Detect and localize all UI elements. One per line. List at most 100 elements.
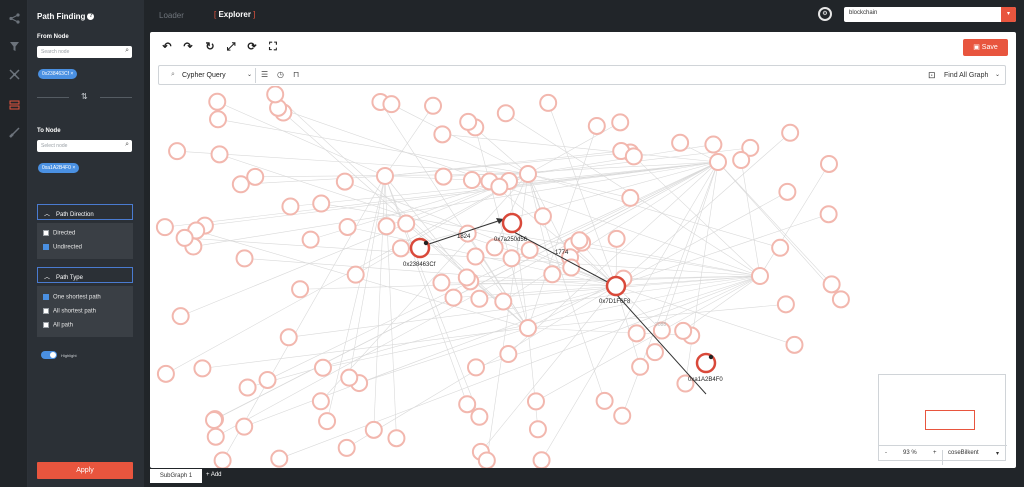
faded-node[interactable] xyxy=(539,93,558,112)
faded-node[interactable] xyxy=(533,207,552,226)
undo-icon[interactable]: ↶ xyxy=(160,40,174,54)
faded-node[interactable] xyxy=(291,280,310,299)
faded-node[interactable] xyxy=(266,86,285,104)
faded-node[interactable] xyxy=(387,429,406,448)
faded-node[interactable] xyxy=(377,217,396,236)
faded-node[interactable] xyxy=(346,265,365,284)
faded-node[interactable] xyxy=(520,240,539,259)
faded-node[interactable] xyxy=(432,273,451,292)
faded-node[interactable] xyxy=(674,321,693,340)
faded-node[interactable] xyxy=(462,171,481,190)
find-graph-icon[interactable]: ⊡ xyxy=(928,70,936,81)
swap-icon[interactable]: ⇅ xyxy=(81,92,88,101)
faded-node[interactable] xyxy=(776,295,795,314)
faded-node[interactable] xyxy=(831,290,850,309)
faded-node[interactable] xyxy=(494,292,513,311)
faded-node[interactable] xyxy=(444,288,463,307)
list-icon[interactable]: ☰ xyxy=(261,70,268,79)
help-icon[interactable]: ? xyxy=(87,13,95,21)
faded-node[interactable] xyxy=(391,239,410,258)
faded-node[interactable] xyxy=(704,135,723,154)
database-select[interactable]: blockchain ▾ xyxy=(844,7,1016,22)
faded-node[interactable] xyxy=(526,392,545,411)
add-subgraph-button[interactable]: + Add xyxy=(206,472,222,478)
faded-node[interactable] xyxy=(340,368,359,387)
option-undirected[interactable]: Undirected xyxy=(43,244,82,251)
to-node-search[interactable]: Select node ⌕ xyxy=(37,140,132,152)
faded-node[interactable] xyxy=(627,324,646,343)
faded-node[interactable] xyxy=(671,133,690,152)
settings-gear-icon[interactable]: ⚙ xyxy=(818,7,832,21)
bookmark-icon[interactable]: ⊓ xyxy=(293,70,299,79)
layout-select[interactable]: coseBilkent xyxy=(948,450,979,456)
faded-node[interactable] xyxy=(613,406,632,425)
from-node-search[interactable]: Search node ⌕ xyxy=(37,46,132,58)
brush-icon[interactable] xyxy=(6,124,22,140)
cluster-icon[interactable] xyxy=(6,66,22,82)
faded-node[interactable] xyxy=(364,420,383,439)
redo-icon[interactable]: ↷ xyxy=(181,40,195,54)
faded-node[interactable] xyxy=(709,153,727,171)
faded-node[interactable] xyxy=(778,182,797,201)
faded-node[interactable] xyxy=(434,167,453,186)
faded-node[interactable] xyxy=(281,197,300,216)
expand-icon[interactable]: ⤢ xyxy=(224,40,238,54)
to-node-chip[interactable]: 0xa1A2B4F0 × xyxy=(38,163,80,173)
faded-node[interactable] xyxy=(621,188,640,207)
faded-node[interactable] xyxy=(470,407,489,426)
faded-node[interactable] xyxy=(258,370,277,389)
faded-node[interactable] xyxy=(235,249,254,268)
faded-node[interactable] xyxy=(781,123,800,142)
faded-node[interactable] xyxy=(424,96,443,115)
zoom-in-button[interactable]: + xyxy=(933,450,937,456)
find-all-graph[interactable]: Find All Graph xyxy=(944,72,988,79)
faded-node[interactable] xyxy=(499,345,518,364)
path-type-header[interactable]: ︿ Path Type xyxy=(37,267,133,283)
tab-explorer[interactable]: [ Explorer ] xyxy=(214,10,255,19)
path-direction-header[interactable]: ︿ Path Direction xyxy=(37,204,133,220)
history-icon[interactable]: ◷ xyxy=(277,70,284,79)
highlight-toggle[interactable] xyxy=(41,351,57,359)
faded-node[interactable] xyxy=(470,289,489,308)
faded-node[interactable] xyxy=(543,265,562,284)
faded-node[interactable] xyxy=(210,145,229,164)
faded-node[interactable] xyxy=(607,229,626,248)
faded-node[interactable] xyxy=(433,125,452,144)
faded-node[interactable] xyxy=(595,391,614,410)
faded-node[interactable] xyxy=(168,142,187,161)
minimap-viewport[interactable] xyxy=(925,410,975,430)
faded-node[interactable] xyxy=(206,427,225,446)
option-all-shortest[interactable]: All shortest path xyxy=(43,308,96,315)
chevron-down-icon[interactable]: ⌄ xyxy=(995,71,1000,78)
from-node-chip[interactable]: 0x238463Cf × xyxy=(38,69,78,79)
faded-node[interactable] xyxy=(335,172,354,191)
faded-node[interactable] xyxy=(301,230,320,249)
tab-loader[interactable]: Loader xyxy=(159,11,184,20)
faded-node[interactable] xyxy=(532,451,551,468)
faded-node[interactable] xyxy=(156,364,175,383)
remove-chip-icon[interactable]: × xyxy=(70,71,73,77)
save-button[interactable]: ▣ Save xyxy=(963,39,1008,56)
minimap[interactable]: - 93 % + coseBilkent ▾ xyxy=(878,374,1007,465)
faded-node[interactable] xyxy=(459,112,478,131)
faded-node[interactable] xyxy=(819,205,838,224)
faded-node[interactable] xyxy=(209,110,228,129)
faded-node[interactable] xyxy=(624,147,643,166)
faded-node[interactable] xyxy=(312,194,331,213)
faded-node[interactable] xyxy=(238,378,257,397)
faded-node[interactable] xyxy=(466,358,485,377)
path-icon[interactable] xyxy=(6,96,22,112)
faded-node[interactable] xyxy=(337,438,356,457)
faded-node[interactable] xyxy=(318,412,337,431)
faded-node[interactable] xyxy=(785,335,804,354)
option-one-shortest[interactable]: One shortest path xyxy=(43,294,101,301)
graph-canvas[interactable]: ↶ ↷ ↻ ⤢ ⟳ ⛶ ▣ Save ⌕ Cypher Query ⌄ ☰ ◷ … xyxy=(150,32,1016,468)
checkbox-checked[interactable] xyxy=(43,294,49,300)
faded-node[interactable] xyxy=(562,258,581,277)
faded-node[interactable] xyxy=(570,231,589,250)
remove-chip-icon[interactable]: × xyxy=(72,165,75,171)
faded-node[interactable] xyxy=(193,359,212,378)
faded-node[interactable] xyxy=(645,343,664,362)
faded-node[interactable] xyxy=(819,154,838,173)
faded-node[interactable] xyxy=(246,167,265,186)
